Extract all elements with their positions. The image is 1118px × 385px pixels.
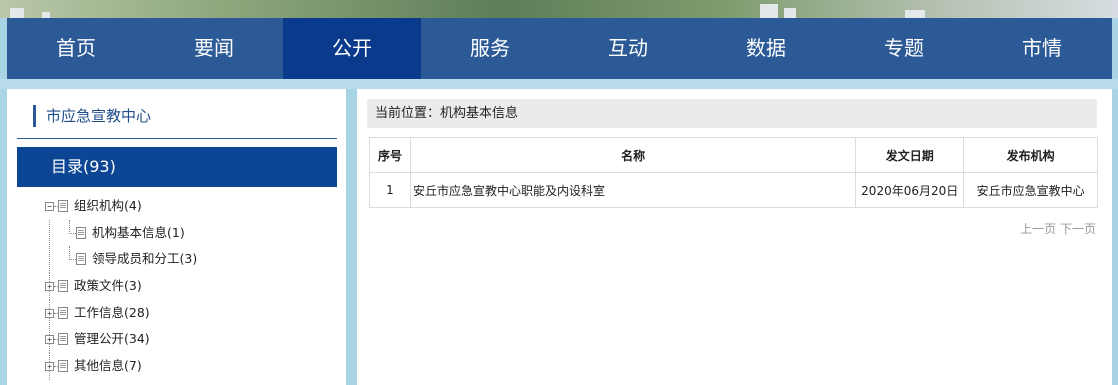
sidebar-divider <box>17 138 337 139</box>
column-header-publisher: 发布机构 <box>963 137 1098 173</box>
tree-connector <box>69 232 76 234</box>
document-icon <box>58 306 68 319</box>
document-icon <box>76 253 86 266</box>
banner-building <box>784 8 796 18</box>
breadcrumb: 当前位置：机构基本信息 <box>367 99 1097 128</box>
expand-icon[interactable]: + <box>45 308 54 318</box>
expand-icon[interactable]: + <box>45 282 54 292</box>
nav-divider <box>0 79 1118 89</box>
nav-item-interact[interactable]: 互动 <box>559 18 697 79</box>
document-icon <box>76 226 86 239</box>
tree-item-label: 政策文件(3) <box>74 278 142 294</box>
expand-icon[interactable]: + <box>45 335 54 345</box>
tree-connector <box>49 219 50 247</box>
nav-item-service[interactable]: 服务 <box>421 18 559 79</box>
header-banner <box>0 0 1118 18</box>
row-date: 2020年06月20日 <box>855 172 965 208</box>
tree-item-org-basic-info[interactable]: 机构基本信息(1) <box>7 219 346 247</box>
tree-item-label: 管理公开(34) <box>74 331 150 347</box>
sidebar: 市应急宣教中心 目录(93) − 组织机构(4) 机构基本信息(1) 领导成员和… <box>7 89 346 385</box>
row-publisher: 安丘市应急宣教中心 <box>963 172 1098 208</box>
collapse-icon[interactable]: − <box>45 202 54 211</box>
prev-page-link[interactable]: 上一页 <box>1020 222 1056 236</box>
catalog-tree: − 组织机构(4) 机构基本信息(1) 领导成员和分工(3) + 政策文件(3)… <box>7 193 346 381</box>
document-icon <box>58 200 68 212</box>
catalog-header[interactable]: 目录(93) <box>17 147 337 187</box>
expand-icon[interactable]: + <box>45 362 54 372</box>
banner-building <box>760 4 778 18</box>
nav-item-data[interactable]: 数据 <box>697 18 835 79</box>
banner-building <box>905 10 925 18</box>
document-table: 序号 名称 发文日期 发布机构 1 安丘市应急宣教中心职能及内设科室 2020年… <box>369 137 1098 208</box>
tree-item-org[interactable]: − 组织机构(4) <box>7 193 346 220</box>
tree-item-management[interactable]: + 管理公开(34) <box>7 326 346 354</box>
row-index: 1 <box>369 172 411 208</box>
content-panel: 当前位置：机构基本信息 序号 名称 发文日期 发布机构 1 安丘市应急宣教中心职… <box>357 89 1112 385</box>
column-header-date: 发文日期 <box>855 137 965 173</box>
tree-item-org-leaders[interactable]: 领导成员和分工(3) <box>7 246 346 274</box>
row-title-link[interactable]: 安丘市应急宣教中心职能及内设科室 <box>409 172 857 208</box>
next-page-link[interactable]: 下一页 <box>1060 222 1096 236</box>
sidebar-title: 市应急宣教中心 <box>33 105 151 127</box>
tree-connector <box>69 246 70 261</box>
column-header-index: 序号 <box>369 137 411 173</box>
main-nav: 首页 要闻 公开 服务 互动 数据 专题 市情 <box>7 18 1112 79</box>
column-header-name: 名称 <box>409 137 857 173</box>
tree-item-label: 工作信息(28) <box>74 304 150 320</box>
nav-item-topics[interactable]: 专题 <box>835 18 973 79</box>
tree-item-label: 组织机构(4) <box>74 198 142 213</box>
tree-item-label: 其他信息(7) <box>74 358 142 374</box>
document-icon <box>58 360 68 373</box>
tree-item-label: 领导成员和分工(3) <box>92 251 198 267</box>
tree-item-policy[interactable]: + 政策文件(3) <box>7 273 346 301</box>
tree-item-work-info[interactable]: + 工作信息(28) <box>7 299 346 327</box>
pagination: 上一页 下一页 <box>1020 220 1096 237</box>
nav-item-news[interactable]: 要闻 <box>145 18 283 79</box>
nav-item-public[interactable]: 公开 <box>283 18 421 79</box>
table-header-row: 序号 名称 发文日期 发布机构 <box>369 137 1098 173</box>
tree-connector <box>69 259 76 261</box>
table-row: 1 安丘市应急宣教中心职能及内设科室 2020年06月20日 安丘市应急宣教中心 <box>369 172 1098 208</box>
tree-item-label: 机构基本信息(1) <box>92 224 185 240</box>
tree-connector <box>49 246 50 274</box>
nav-item-home[interactable]: 首页 <box>7 18 145 79</box>
banner-building <box>10 8 24 18</box>
tree-item-other[interactable]: + 其他信息(7) <box>7 353 346 381</box>
nav-item-city[interactable]: 市情 <box>973 18 1111 79</box>
document-icon <box>58 333 68 346</box>
document-icon <box>58 280 68 293</box>
tree-connector <box>69 219 70 234</box>
